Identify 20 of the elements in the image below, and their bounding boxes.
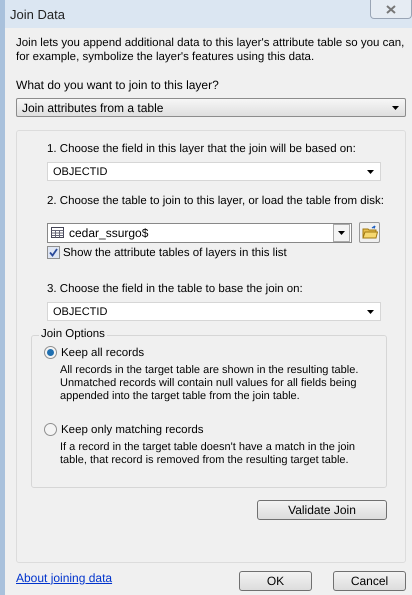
radio-label: Keep all records (61, 346, 144, 358)
field-dropdown[interactable]: OBJECTID (47, 302, 381, 321)
validate-button[interactable]: Validate Join (257, 500, 387, 520)
field-dropdown[interactable]: OBJECTID (47, 162, 381, 181)
step-label: 3. Choose the field in the table to base the join on: (47, 283, 304, 295)
option-description: All records in the target table are shown in the resulting table. Unmatched records will contain null values for all fields being appended into the target table from the join table. (60, 364, 360, 403)
step-label: 1. Choose the field in this layer that the join will be based on: (47, 143, 357, 155)
intro-text: Join lets you append additional data to this layer's attribute table so you can, for example, symbolize the layer's features using this data. (16, 36, 406, 64)
option-description: If a record in the target table doesn't have a match in the join table, that record is removed from the resulting target table. (60, 441, 356, 467)
question-label: What do you want to join to this layer? (16, 78, 220, 92)
checkbox-label: Show the attribute tables of layers in this list (63, 246, 287, 258)
dialog-button[interactable]: OK (239, 571, 312, 591)
join-type-dropdown[interactable]: Join attributes from a table (16, 98, 406, 117)
help-link[interactable]: About joining data (16, 570, 112, 584)
radio-label: Keep only matching records (61, 424, 204, 436)
step-label: 2. Choose the table to join to this layer, or load the table from disk: (47, 195, 385, 207)
dialog-button[interactable]: Cancel (333, 571, 406, 591)
table-dropdown[interactable]: cedar_ssurgo$ (47, 222, 352, 242)
group-title: Join Options (39, 328, 107, 340)
window-title: Join Data (10, 6, 65, 22)
